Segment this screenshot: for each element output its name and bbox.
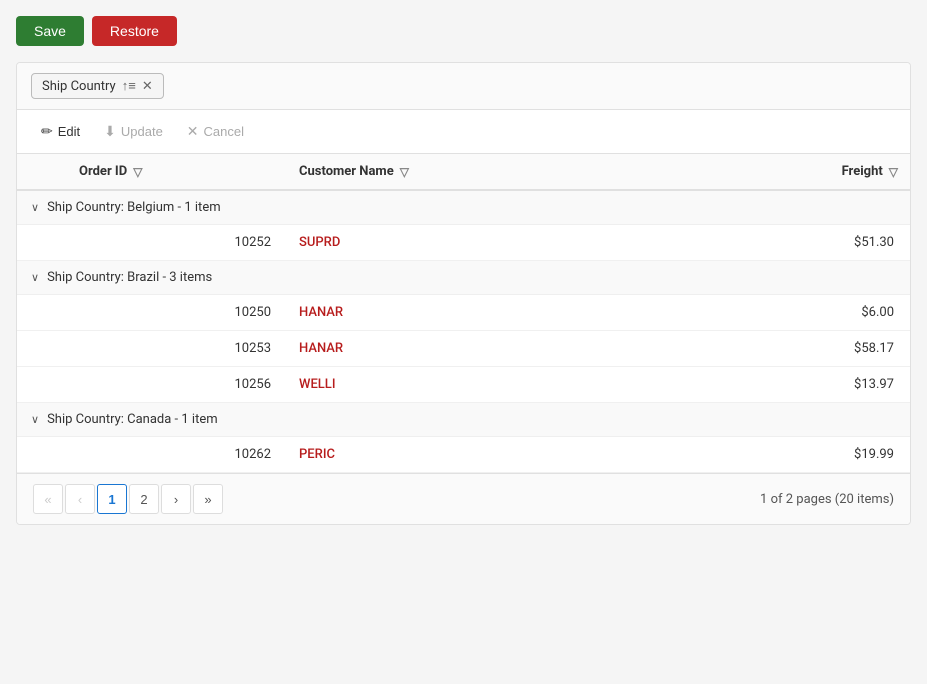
toolbar: Save Restore — [16, 16, 911, 46]
filter-icon-freight[interactable]: ▽ — [889, 165, 898, 179]
page-wrapper: Save Restore Ship Country ↑≡ ✕ ✏ Edit ⬇ … — [0, 0, 927, 684]
save-button[interactable]: Save — [16, 16, 84, 46]
col-label-order-id: Order ID — [79, 164, 127, 179]
update-button: ⬇ Update — [94, 118, 173, 145]
table-row[interactable]: 10250 HANAR $6.00 — [17, 295, 910, 331]
group-label-2: Ship Country: Canada - 1 item — [47, 412, 218, 427]
group-row-2: ∨ Ship Country: Canada - 1 item — [17, 403, 910, 437]
grid-header: Order ID ▽ Customer Name ▽ Freight ▽ — [17, 154, 910, 191]
prev-page-button[interactable]: ‹ — [65, 484, 95, 514]
cell-customer-0-0: SUPRD — [287, 225, 730, 260]
action-bar: ✏ Edit ⬇ Update ✕ Cancel — [17, 110, 910, 154]
table-row[interactable]: 10256 WELLI $13.97 — [17, 367, 910, 403]
cell-freight-0-0: $51.30 — [730, 225, 910, 260]
close-tag-icon[interactable]: ✕ — [142, 79, 153, 94]
cell-order-id-0-0: 10252 — [67, 225, 287, 260]
group-row-1: ∨ Ship Country: Brazil - 3 items — [17, 261, 910, 295]
cell-expand-2-0 — [17, 437, 67, 472]
cell-customer-1-1: HANAR — [287, 331, 730, 366]
cell-customer-1-2: WELLI — [287, 367, 730, 402]
cell-freight-1-1: $58.17 — [730, 331, 910, 366]
cancel-label: Cancel — [204, 124, 244, 139]
group-label-1: Ship Country: Brazil - 3 items — [47, 270, 212, 285]
cancel-icon: ✕ — [187, 123, 199, 140]
group-label-0: Ship Country: Belgium - 1 item — [47, 200, 221, 215]
chevron-icon-2[interactable]: ∨ — [31, 413, 39, 426]
filter-icon-order-id[interactable]: ▽ — [133, 165, 142, 179]
cell-expand-1-0 — [17, 295, 67, 330]
chevron-icon-1[interactable]: ∨ — [31, 271, 39, 284]
cell-freight-2-0: $19.99 — [730, 437, 910, 472]
col-label-freight: Freight — [842, 164, 883, 179]
next-page-button[interactable]: › — [161, 484, 191, 514]
edit-button[interactable]: ✏ Edit — [31, 118, 90, 145]
cell-order-id-2-0: 10262 — [67, 437, 287, 472]
col-label-customer-name: Customer Name — [299, 164, 394, 179]
col-header-customer-name: Customer Name ▽ — [287, 154, 730, 189]
sort-icon: ↑≡ — [122, 78, 136, 94]
col-header-freight: Freight ▽ — [730, 154, 910, 189]
update-label: Update — [121, 124, 163, 139]
cell-customer-2-0: PERIC — [287, 437, 730, 472]
chevron-icon-0[interactable]: ∨ — [31, 201, 39, 214]
grid-body: ∨ Ship Country: Belgium - 1 item 10252 S… — [17, 191, 910, 473]
cell-expand-0-0 — [17, 225, 67, 260]
filter-icon-customer-name[interactable]: ▽ — [400, 165, 409, 179]
cell-freight-1-0: $6.00 — [730, 295, 910, 330]
cell-order-id-1-0: 10250 — [67, 295, 287, 330]
edit-label: Edit — [58, 124, 80, 139]
cell-freight-1-2: $13.97 — [730, 367, 910, 402]
table-row[interactable]: 10253 HANAR $58.17 — [17, 331, 910, 367]
cell-customer-1-0: HANAR — [287, 295, 730, 330]
cell-order-id-1-2: 10256 — [67, 367, 287, 402]
page-info: 1 of 2 pages (20 items) — [760, 492, 894, 507]
restore-button[interactable]: Restore — [92, 16, 177, 46]
first-page-button[interactable]: « — [33, 484, 63, 514]
group-tag-ship-country[interactable]: Ship Country ↑≡ ✕ — [31, 73, 164, 99]
col-header-order-id: Order ID ▽ — [67, 154, 287, 189]
col-header-expand — [17, 154, 67, 189]
edit-icon: ✏ — [41, 123, 53, 140]
table-row[interactable]: 10262 PERIC $19.99 — [17, 437, 910, 473]
table-row[interactable]: 10252 SUPRD $51.30 — [17, 225, 910, 261]
grid-container: Ship Country ↑≡ ✕ ✏ Edit ⬇ Update ✕ Canc… — [16, 62, 911, 525]
update-icon: ⬇ — [104, 123, 116, 140]
cell-order-id-1-1: 10253 — [67, 331, 287, 366]
last-page-button[interactable]: » — [193, 484, 223, 514]
grid-footer: « ‹ 1 2 › » 1 of 2 pages (20 items) — [17, 473, 910, 524]
group-tag-bar: Ship Country ↑≡ ✕ — [17, 63, 910, 110]
cell-expand-1-2 — [17, 367, 67, 402]
cancel-button: ✕ Cancel — [177, 118, 254, 145]
group-row-0: ∨ Ship Country: Belgium - 1 item — [17, 191, 910, 225]
cell-expand-1-1 — [17, 331, 67, 366]
pagination: « ‹ 1 2 › » — [33, 484, 223, 514]
page-1-button[interactable]: 1 — [97, 484, 127, 514]
group-tag-label: Ship Country — [42, 79, 116, 94]
page-2-button[interactable]: 2 — [129, 484, 159, 514]
